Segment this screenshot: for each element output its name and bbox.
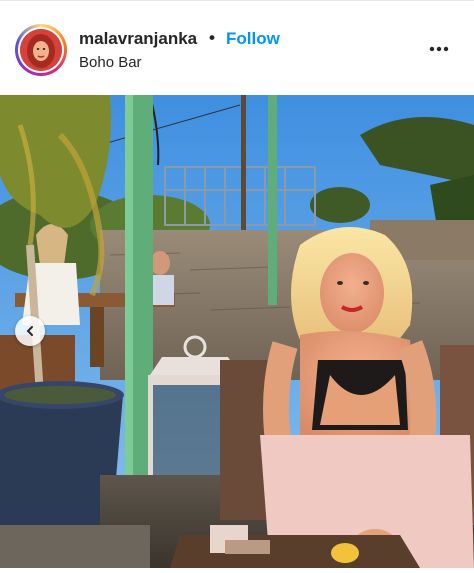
follow-button[interactable]: Follow — [226, 29, 280, 49]
username[interactable]: malavranjanka — [79, 29, 197, 49]
paving-stones — [0, 525, 150, 568]
previous-photo-button[interactable] — [15, 316, 45, 346]
avatar-portrait-icon — [20, 29, 62, 71]
post-photo[interactable] — [0, 95, 474, 568]
avatar-image — [20, 29, 62, 71]
post-header: malavranjanka • Follow Boho Bar — [0, 0, 474, 95]
chevron-left-icon — [26, 326, 33, 336]
avatar[interactable] — [15, 24, 67, 76]
avatar-border — [18, 27, 64, 73]
post-photo-scene — [0, 95, 474, 568]
more-options-icon[interactable] — [425, 37, 453, 61]
location-link[interactable]: Boho Bar — [79, 54, 142, 71]
photo-bottom-edge — [0, 568, 474, 573]
separator-dot: • — [209, 28, 215, 47]
